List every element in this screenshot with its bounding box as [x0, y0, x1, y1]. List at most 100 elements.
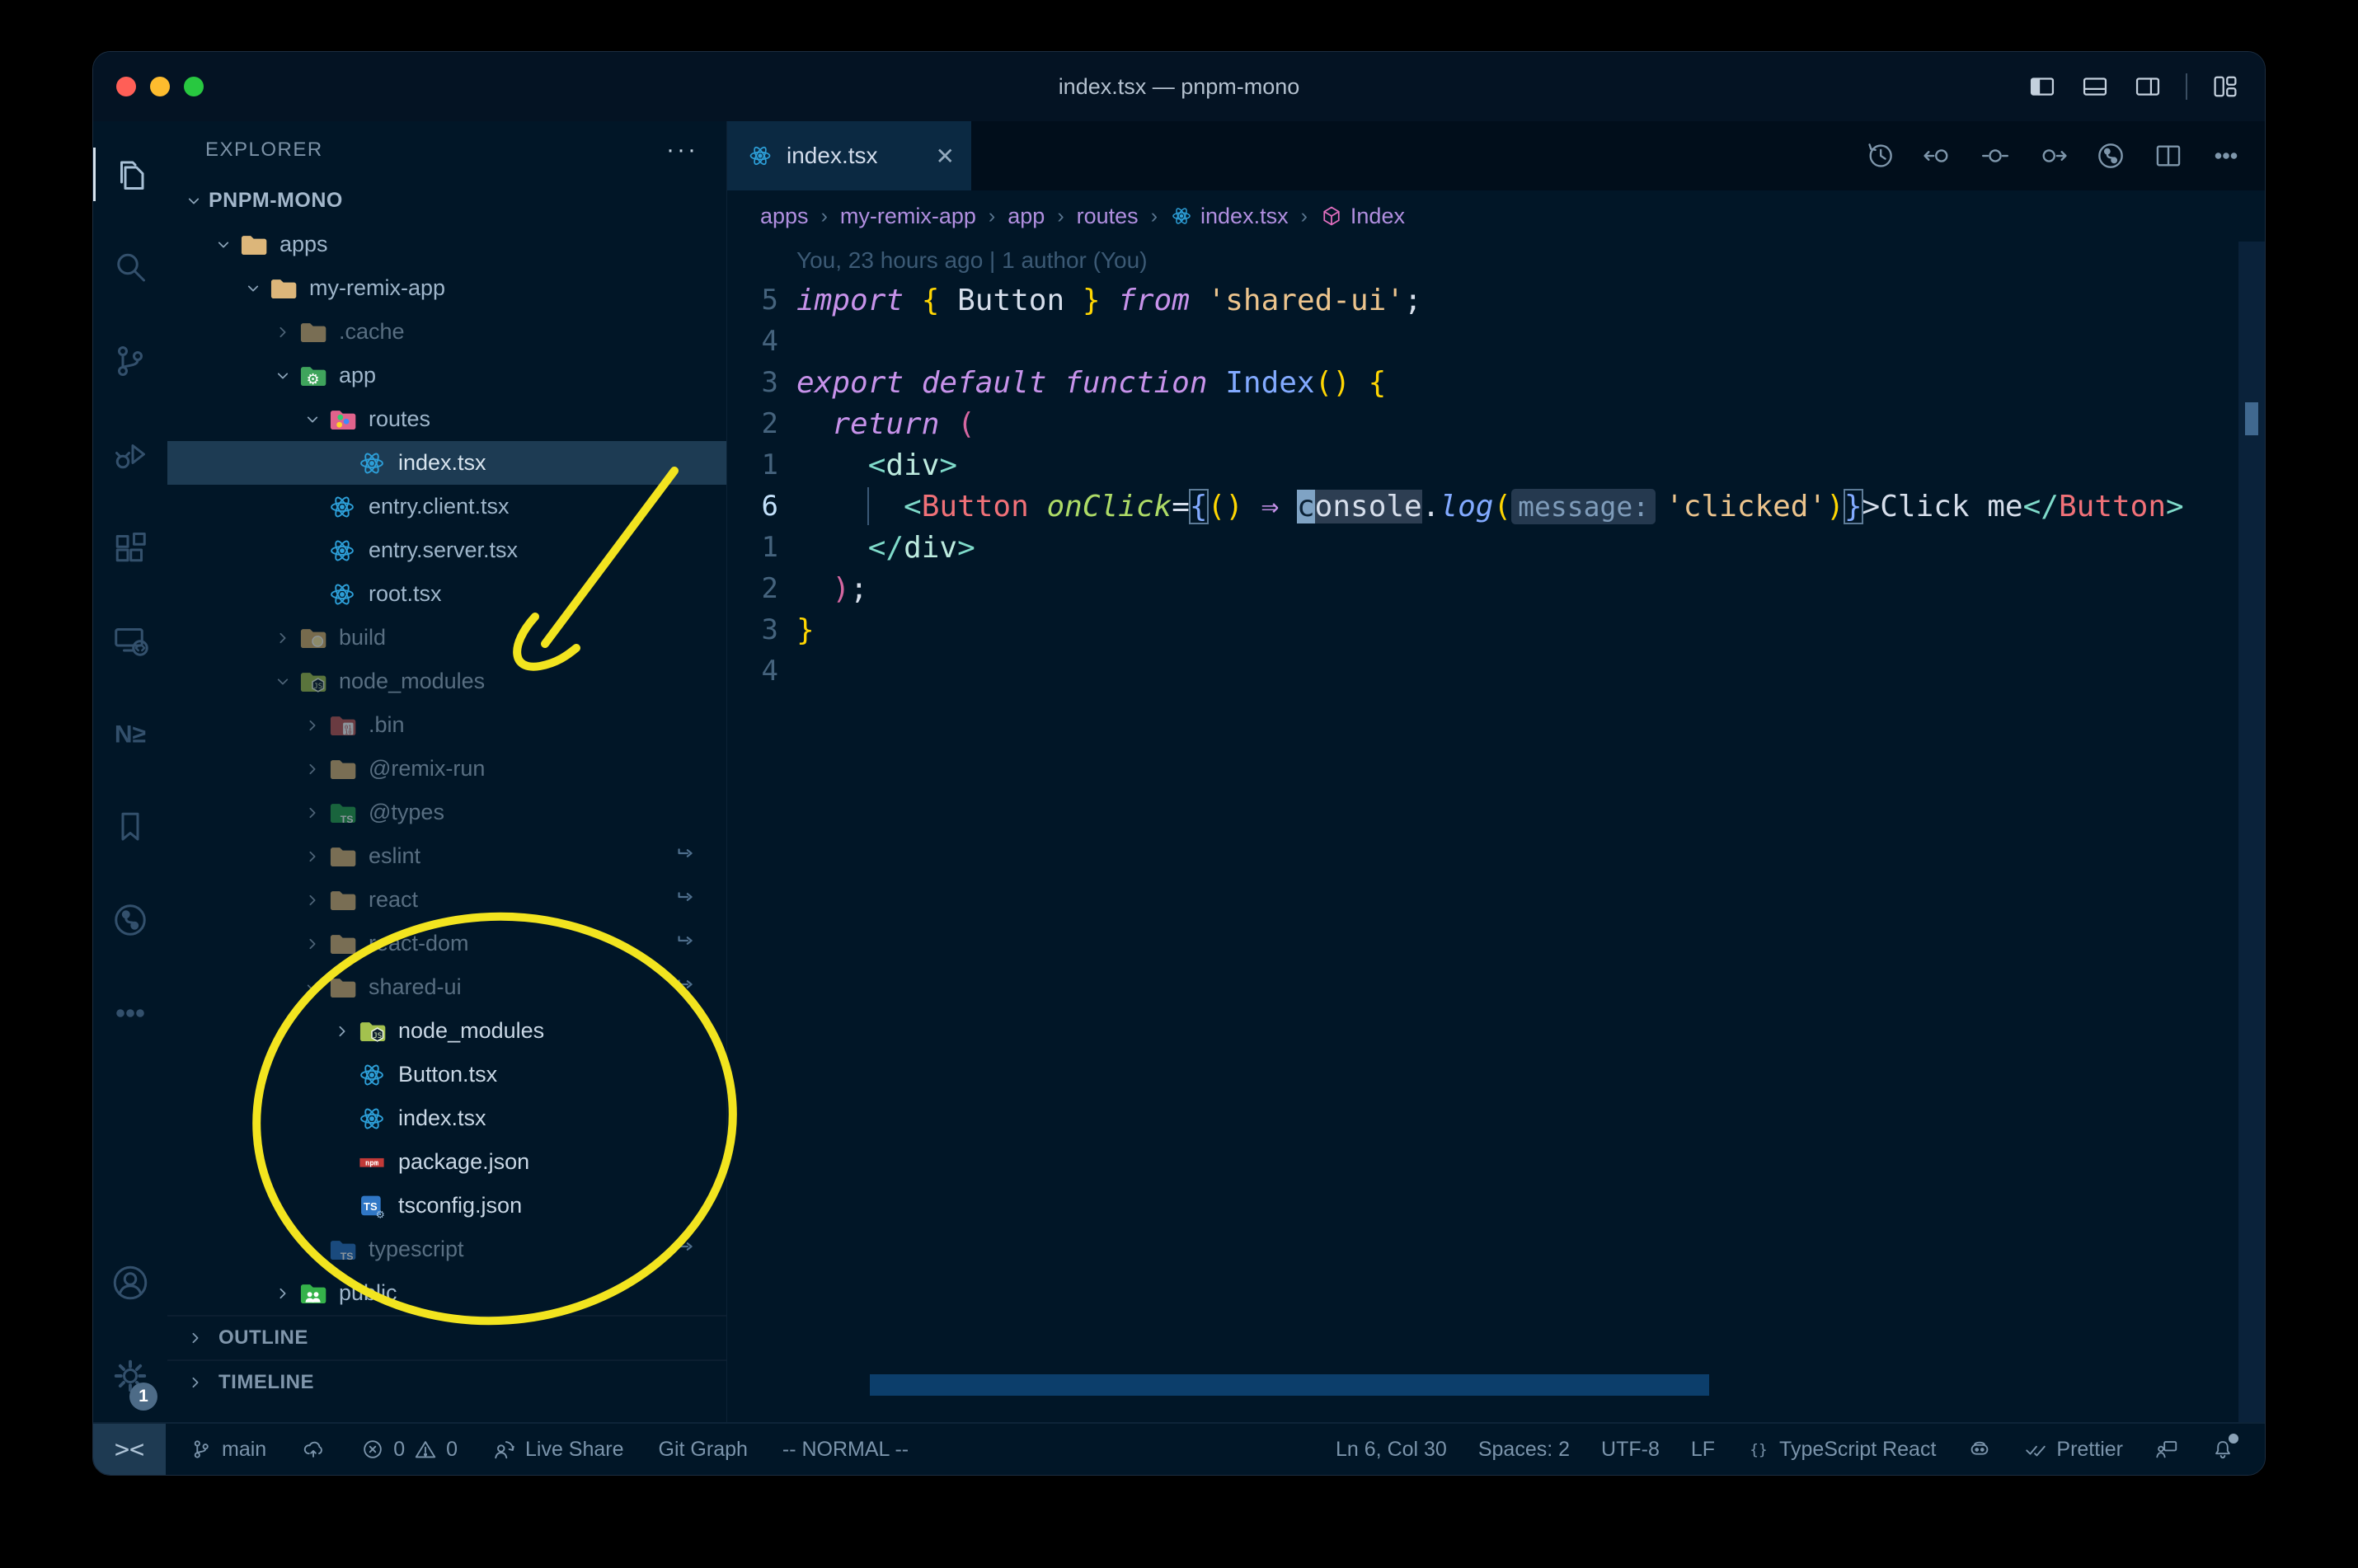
- change-icon[interactable]: [1980, 140, 2011, 171]
- tree-item-entry-server-tsx[interactable]: entry.server.tsx: [167, 528, 726, 572]
- layout-panel-icon[interactable]: [2080, 72, 2110, 101]
- activity-remote-explorer-icon[interactable]: [93, 594, 167, 687]
- breadcrumb-item-index-tsx[interactable]: index.tsx: [1170, 204, 1289, 229]
- breadcrumb-item-my-remix-app[interactable]: my-remix-app: [840, 204, 976, 229]
- workbench: N≥ 1 EXPLORER ··· PNPM-MONO apps my-remix-a…: [93, 121, 2265, 1422]
- tree-item-my-remix-app[interactable]: my-remix-app: [167, 266, 726, 310]
- code-editor[interactable]: You, 23 hours ago | 1 author (You) 5 impo…: [727, 242, 2265, 1422]
- history-icon[interactable]: [1864, 140, 1895, 171]
- tree-item-routes[interactable]: routes: [167, 397, 726, 441]
- git-graph-icon[interactable]: [2095, 140, 2126, 171]
- breadcrumb-item-routes[interactable]: routes: [1077, 204, 1139, 229]
- chevron-right-icon: [327, 1020, 357, 1043]
- tree-item-public[interactable]: public: [167, 1271, 726, 1315]
- section-timeline[interactable]: TIMELINE: [167, 1359, 726, 1404]
- status-branch[interactable]: main: [189, 1437, 266, 1462]
- tree-item-react[interactable]: react: [167, 878, 726, 922]
- tree-item-tsconfig-json[interactable]: TS ⚙ tsconfig.json: [167, 1184, 726, 1228]
- tree-item-index-tsx[interactable]: index.tsx: [167, 441, 726, 485]
- remote-indicator[interactable]: ><: [93, 1424, 166, 1475]
- status-copilot[interactable]: [1967, 1437, 1992, 1462]
- status-problems[interactable]: 00: [360, 1437, 458, 1462]
- status-feedback[interactable]: [2154, 1437, 2179, 1462]
- activity-search-icon[interactable]: [93, 221, 167, 314]
- tree-item-build[interactable]: build: [167, 616, 726, 660]
- status-formatter[interactable]: Prettier: [2023, 1437, 2123, 1462]
- horizontal-scrollbar[interactable]: [870, 1374, 1709, 1396]
- code-line-4: 4: [727, 650, 2265, 692]
- status-live-share[interactable]: Live Share: [492, 1437, 624, 1462]
- tree-item--types[interactable]: TS @types: [167, 791, 726, 834]
- tree-item--bin[interactable]: 01 10 .bin: [167, 703, 726, 747]
- line-number: 3: [761, 613, 778, 646]
- layout-sidebar-left-icon[interactable]: [2027, 72, 2057, 101]
- close-window-button[interactable]: [116, 77, 136, 96]
- more-icon[interactable]: [2210, 140, 2242, 171]
- file-tree: PNPM-MONO apps my-remix-app .cache ⚙ app route…: [167, 179, 726, 1315]
- next-change-icon[interactable]: [2037, 140, 2069, 171]
- editor-actions: [1864, 121, 2242, 190]
- tree-item-react-dom[interactable]: react-dom: [167, 922, 726, 965]
- status-notifications[interactable]: [2210, 1434, 2238, 1462]
- status-cursor-position[interactable]: Ln 6, Col 30: [1336, 1438, 1447, 1462]
- chevron-right-icon: [298, 758, 327, 781]
- layout-sidebar-right-icon[interactable]: [2133, 72, 2163, 101]
- tree-item--remix-run[interactable]: @remix-run: [167, 747, 726, 791]
- breadcrumb-separator: ›: [1150, 204, 1158, 228]
- split-editor-icon[interactable]: [2153, 140, 2184, 171]
- tree-item-index-tsx[interactable]: index.tsx: [167, 1096, 726, 1140]
- chevron-right-icon: [181, 1371, 210, 1394]
- tree-item-node-modules[interactable]: JS node_modules: [167, 1009, 726, 1053]
- svg-text:JS: JS: [373, 1031, 382, 1040]
- titlebar-separator: [2186, 73, 2187, 100]
- tree-item-node-modules[interactable]: JS node_modules: [167, 660, 726, 703]
- tab-close-icon[interactable]: ✕: [936, 143, 955, 170]
- cloud-icon: [301, 1437, 326, 1462]
- code-line-3: 3}: [727, 609, 2265, 650]
- tree-item-typescript[interactable]: TS typescript: [167, 1228, 726, 1271]
- breadcrumb-item-index[interactable]: Index: [1320, 204, 1405, 229]
- tree-item-package-json[interactable]: npm package.json: [167, 1140, 726, 1184]
- activity-explorer-icon[interactable]: [93, 128, 167, 221]
- breadcrumb-item-apps[interactable]: apps: [760, 204, 809, 229]
- code-text: return (: [832, 406, 975, 441]
- tree-item-app[interactable]: ⚙ app: [167, 354, 726, 397]
- status-git-graph[interactable]: Git Graph: [659, 1438, 748, 1462]
- activity-run-debug-icon[interactable]: [93, 407, 167, 500]
- tree-item-button-tsx[interactable]: Button.tsx: [167, 1053, 726, 1096]
- tree-item-root-tsx[interactable]: root.tsx: [167, 572, 726, 616]
- activity-more-icon[interactable]: [93, 966, 167, 1059]
- status-vim-mode[interactable]: -- NORMAL --: [782, 1438, 909, 1462]
- breadcrumb-separator: ›: [1057, 204, 1064, 228]
- status-language-mode[interactable]: {} TypeScript React: [1746, 1437, 1936, 1462]
- activity-source-control-icon[interactable]: [93, 314, 167, 407]
- activity-extensions-icon[interactable]: [93, 500, 167, 594]
- tree-item-apps[interactable]: apps: [167, 223, 726, 266]
- minimize-window-button[interactable]: [150, 77, 170, 96]
- activity-bookmarks-icon[interactable]: [93, 780, 167, 873]
- activity-nx-console-icon[interactable]: N≥: [93, 687, 167, 780]
- status-encoding[interactable]: UTF-8: [1601, 1438, 1660, 1462]
- tree-item--cache[interactable]: .cache: [167, 310, 726, 354]
- status-sync[interactable]: [301, 1437, 326, 1462]
- tree-item-entry-client-tsx[interactable]: entry.client.tsx: [167, 485, 726, 528]
- breadcrumb-item-app[interactable]: app: [1008, 204, 1045, 229]
- activity-accounts-icon[interactable]: [93, 1236, 167, 1329]
- activity-settings-icon[interactable]: 1: [93, 1329, 167, 1422]
- zoom-window-button[interactable]: [184, 77, 204, 96]
- chevron-right-icon: [298, 1238, 327, 1261]
- tree-item-shared-ui[interactable]: shared-ui: [167, 965, 726, 1009]
- section-outline[interactable]: OUTLINE: [167, 1315, 726, 1359]
- activity-git-graph-icon[interactable]: [93, 873, 167, 966]
- status-eol[interactable]: LF: [1691, 1438, 1715, 1462]
- tab-index-tsx[interactable]: index.tsx ✕: [727, 121, 971, 190]
- tree-item-label: entry.client.tsx: [369, 494, 510, 519]
- layout-grid-icon[interactable]: [2210, 72, 2240, 101]
- explorer-more-actions[interactable]: ···: [666, 138, 698, 162]
- tree-item-pnpm-mono[interactable]: PNPM-MONO: [167, 179, 726, 223]
- chevron-down-icon: [268, 670, 298, 693]
- status-indentation[interactable]: Spaces: 2: [1478, 1438, 1570, 1462]
- vertical-scrollbar[interactable]: [2238, 242, 2265, 1422]
- tree-item-eslint[interactable]: eslint: [167, 834, 726, 878]
- prev-change-icon[interactable]: [1922, 140, 1953, 171]
